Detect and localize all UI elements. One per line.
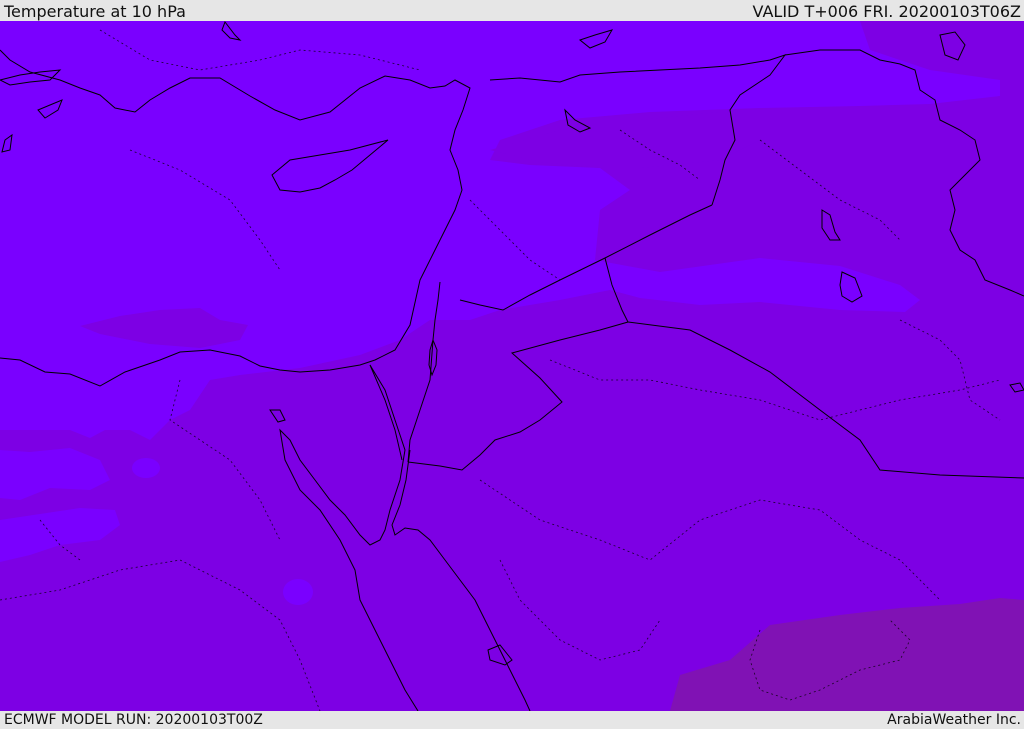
temperature-band-cold-patch	[283, 579, 313, 605]
temperature-map	[0, 21, 1024, 711]
valid-time-label: VALID T+006 FRI. 20200103T06Z	[752, 2, 1021, 21]
model-run-label: ECMWF MODEL RUN: 20200103T00Z	[4, 712, 263, 728]
map-figure: Temperature at 10 hPa VALID T+006 FRI. 2…	[0, 0, 1024, 729]
map-title: Temperature at 10 hPa	[4, 2, 186, 21]
provider-label: ArabiaWeather Inc.	[887, 712, 1021, 728]
temperature-band-cold-patch-2	[132, 458, 160, 478]
footer-bar: ECMWF MODEL RUN: 20200103T00Z ArabiaWeat…	[0, 711, 1024, 729]
header-bar: Temperature at 10 hPa VALID T+006 FRI. 2…	[0, 0, 1024, 21]
